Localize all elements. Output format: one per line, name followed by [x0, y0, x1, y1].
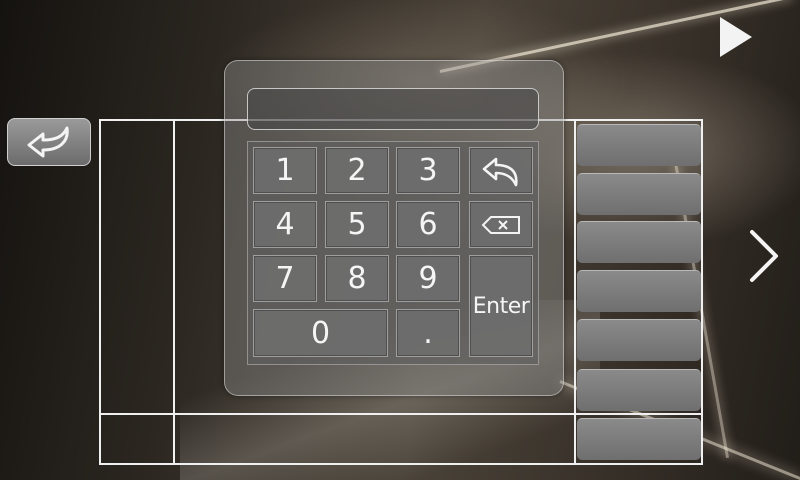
- key-3-label: 3: [418, 153, 438, 188]
- key-0[interactable]: 0: [253, 309, 388, 357]
- keypad-display[interactable]: [247, 88, 539, 130]
- key-9-label: 9: [418, 261, 438, 296]
- decimal-key-label: .: [423, 315, 433, 351]
- key-5[interactable]: 5: [325, 201, 389, 248]
- play-icon[interactable]: [720, 17, 752, 57]
- backspace-icon: [481, 215, 520, 234]
- key-2-label: 2: [347, 153, 367, 188]
- key-4[interactable]: 4: [253, 201, 317, 248]
- key-4-label: 4: [275, 207, 295, 242]
- enter-key[interactable]: Enter: [469, 255, 533, 357]
- side-button-1[interactable]: [577, 124, 701, 166]
- decimal-key[interactable]: .: [396, 309, 460, 357]
- key-7[interactable]: 7: [253, 255, 317, 302]
- key-9[interactable]: 9: [396, 255, 460, 302]
- backspace-key[interactable]: [469, 201, 533, 248]
- side-button-3[interactable]: [577, 221, 701, 263]
- undo-arrow-icon: [482, 157, 518, 186]
- side-button-2[interactable]: [577, 173, 701, 215]
- key-6[interactable]: 6: [396, 201, 460, 248]
- key-1-label: 1: [275, 153, 295, 188]
- side-button-4[interactable]: [577, 270, 701, 312]
- bottom-row-divider: [99, 413, 703, 415]
- side-button-7[interactable]: [577, 418, 701, 460]
- key-8-label: 8: [347, 261, 367, 296]
- key-0-label: 0: [310, 315, 331, 351]
- key-7-label: 7: [275, 261, 295, 296]
- enter-key-label: Enter: [472, 293, 530, 319]
- chevron-right-icon[interactable]: [746, 228, 782, 284]
- key-5-label: 5: [347, 207, 367, 242]
- back-arrow-icon: [27, 126, 69, 158]
- key-1[interactable]: 1: [253, 147, 317, 194]
- key-6-label: 6: [418, 207, 438, 242]
- side-button-6[interactable]: [577, 369, 701, 411]
- key-2[interactable]: 2: [325, 147, 389, 194]
- undo-key[interactable]: [469, 147, 533, 194]
- key-3[interactable]: 3: [396, 147, 460, 194]
- side-button-5[interactable]: [577, 319, 701, 361]
- key-8[interactable]: 8: [325, 255, 389, 302]
- back-button[interactable]: [7, 118, 91, 166]
